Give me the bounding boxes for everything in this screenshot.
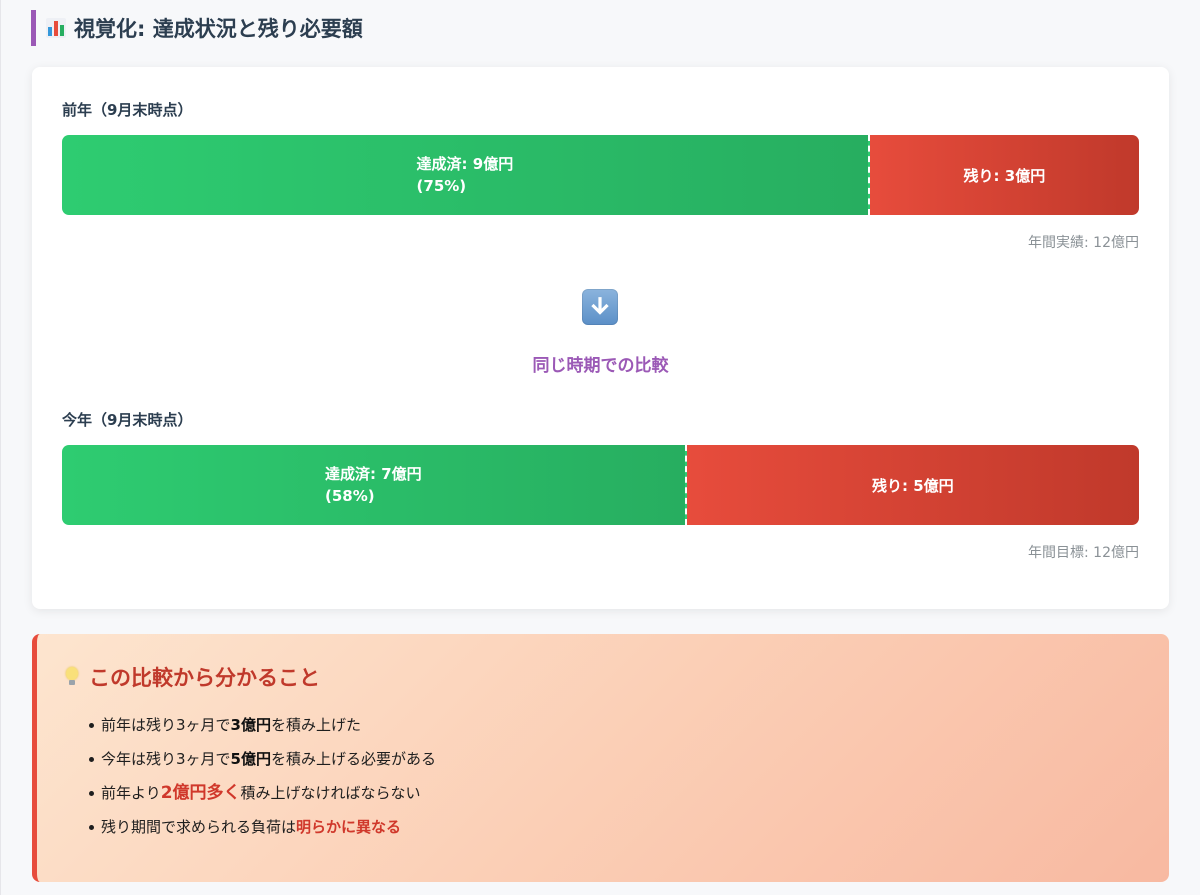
bar-chart-icon — [46, 18, 66, 38]
current-year-label: 今年（9月末時点） — [62, 411, 193, 429]
previous-achieved-amount: 達成済: 9億円 — [416, 155, 514, 173]
visualization-card: 前年（9月末時点） 達成済: 9億円 (75%) 残り: 3億円 年間実績: 1… — [32, 67, 1169, 609]
insight-item: 今年は残り3ヶ月で5億円を積み上げる必要がある — [89, 746, 436, 780]
insight-emphasis: 明らかに異なる — [296, 818, 402, 836]
section-title-text: 視覚化: 達成状況と残り必要額 — [74, 17, 363, 41]
insight-title-text: この比較から分かること — [89, 666, 320, 690]
down-arrow-icon — [582, 289, 618, 325]
insight-text: 前年は残り3ヶ月で — [101, 716, 231, 734]
page: 視覚化: 達成状況と残り必要額 前年（9月末時点） 達成済: 9億円 (75%)… — [0, 0, 1200, 895]
insight-emphasis: 2億円多く — [160, 783, 241, 803]
section-title: 視覚化: 達成状況と残り必要額 — [31, 10, 363, 46]
insight-text: 積み上げなければならない — [240, 784, 421, 802]
insight-emphasis: 5億円 — [230, 750, 271, 768]
insight-box: この比較から分かること 前年は残り3ヶ月で3億円を積み上げた 今年は残り3ヶ月で… — [32, 634, 1169, 882]
current-achieved-segment: 達成済: 7億円 (58%) — [62, 445, 687, 525]
lightbulb-icon — [65, 667, 79, 687]
previous-year-total: 年間実績: 12億円 — [1028, 235, 1139, 251]
insight-list: 前年は残り3ヶ月で3億円を積み上げた 今年は残り3ヶ月で5億円を積み上げる必要が… — [89, 712, 436, 848]
insight-text: を積み上げた — [270, 716, 361, 734]
insight-item: 残り期間で求められる負荷は明らかに異なる — [89, 814, 436, 848]
previous-remaining-amount: 残り: 3億円 — [963, 166, 1046, 185]
current-remaining-amount: 残り: 5億円 — [871, 476, 954, 495]
previous-year-label: 前年（9月末時点） — [62, 101, 193, 119]
previous-achieved-percent: (75%) — [416, 177, 467, 195]
insight-text: 前年より — [101, 784, 161, 802]
current-year-bar: 達成済: 7億円 (58%) 残り: 5億円 — [62, 445, 1139, 525]
comparison-label: 同じ時期での比較 — [532, 356, 669, 376]
insight-title: この比較から分かること — [65, 662, 320, 692]
insight-text: 残り期間で求められる負荷は — [101, 818, 297, 836]
current-remaining-segment: 残り: 5億円 — [686, 445, 1139, 525]
current-achieved-amount: 達成済: 7億円 — [324, 465, 422, 483]
previous-achieved-segment: 達成済: 9億円 (75%) — [62, 135, 870, 215]
previous-year-bar: 達成済: 9億円 (75%) 残り: 3億円 — [62, 135, 1139, 215]
current-achieved-percent: (58%) — [324, 487, 375, 505]
insight-item: 前年より2億円多く積み上げなければならない — [89, 780, 436, 814]
insight-text: 今年は残り3ヶ月で — [101, 750, 231, 768]
insight-text: を積み上げる必要がある — [270, 750, 436, 768]
insight-item: 前年は残り3ヶ月で3億円を積み上げた — [89, 712, 436, 746]
insight-emphasis: 3億円 — [230, 716, 271, 734]
previous-remaining-segment: 残り: 3億円 — [869, 135, 1139, 215]
current-year-total: 年間目標: 12億円 — [1028, 545, 1139, 561]
